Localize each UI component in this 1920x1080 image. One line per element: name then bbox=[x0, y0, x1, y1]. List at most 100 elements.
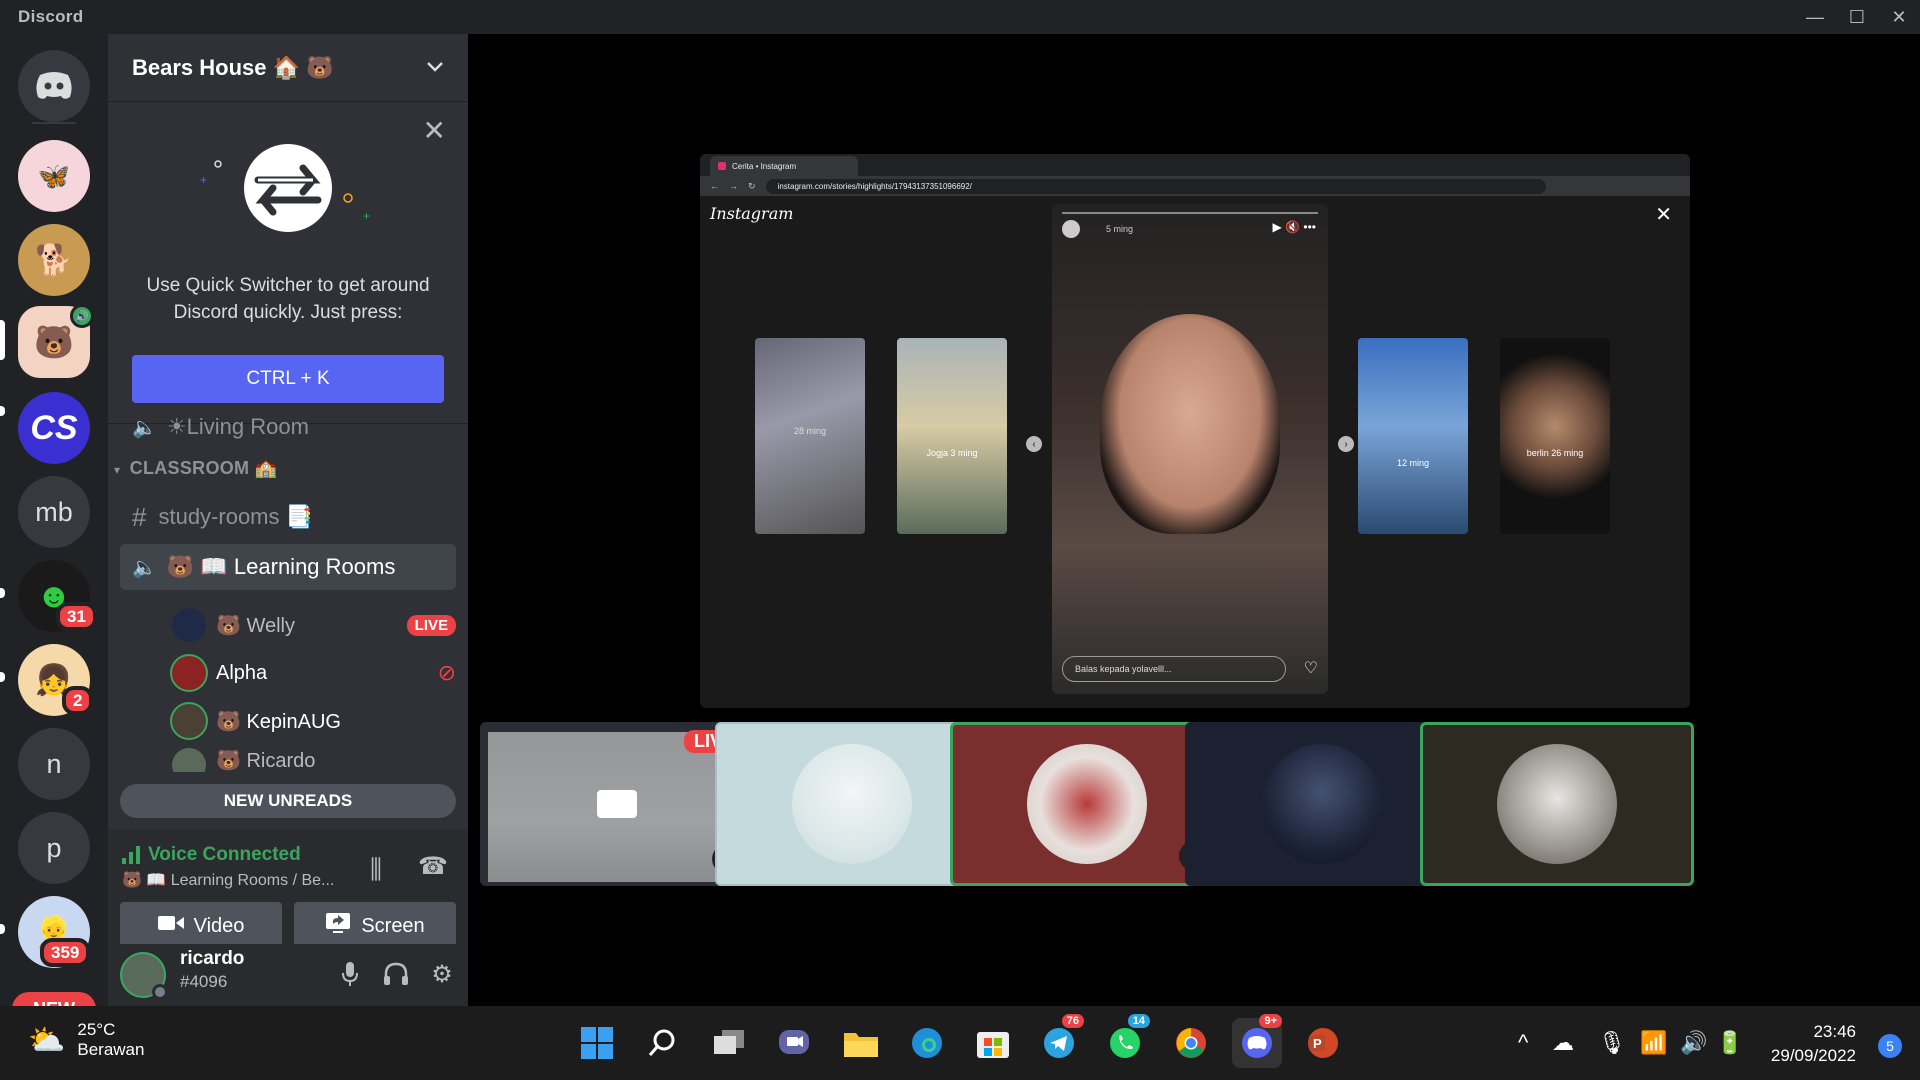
quick-switcher-shortcut-button[interactable]: CTRL + K bbox=[132, 355, 444, 403]
microphone-icon[interactable] bbox=[334, 958, 366, 990]
telegram-icon[interactable]: 76 bbox=[1034, 1014, 1084, 1068]
server-header[interactable]: Bears House 🏠 🐻 bbox=[108, 34, 468, 102]
new-badge[interactable]: NEW bbox=[12, 992, 96, 1006]
discord-badge: 9+ bbox=[1259, 1014, 1282, 1028]
channel-learning-rooms[interactable]: 🔈 🐻 📖 Learning Rooms bbox=[120, 544, 456, 590]
chevron-right-icon: › bbox=[1338, 436, 1354, 452]
voice-user-welly[interactable]: 🐻 Welly LIVE bbox=[172, 604, 456, 646]
participant-tile[interactable] bbox=[1420, 722, 1694, 886]
screen-share-button[interactable]: Screen bbox=[294, 902, 456, 950]
new-unreads-button[interactable]: NEW UNREADS bbox=[120, 784, 456, 818]
svg-text:+: + bbox=[200, 173, 207, 187]
teams-chat-icon[interactable] bbox=[770, 1018, 820, 1068]
disconnect-icon[interactable]: ☎ bbox=[418, 852, 448, 881]
chrome-icon[interactable] bbox=[1166, 1018, 1216, 1068]
microphone-icon[interactable]: 🎙 bbox=[1598, 1030, 1626, 1056]
channel-study-rooms[interactable]: # study-rooms 📑 bbox=[120, 494, 456, 540]
close-window-button[interactable]: ✕ bbox=[1878, 0, 1920, 34]
category-classroom[interactable]: ▾ CLASSROOM 🏫 bbox=[114, 458, 277, 479]
clock[interactable]: 23:46 29/09/2022 bbox=[1771, 1020, 1856, 1068]
more-icon: ▶ 🔇 ••• bbox=[1272, 220, 1316, 234]
discord-taskbar-icon[interactable]: 9+ bbox=[1232, 1014, 1282, 1068]
unread-pill bbox=[0, 588, 5, 598]
avatar bbox=[792, 744, 912, 864]
app-title: Discord bbox=[18, 7, 84, 26]
server-n[interactable]: n bbox=[18, 728, 90, 800]
volume-icon[interactable]: 🔊 bbox=[1680, 1030, 1707, 1056]
voice-user-kepinaug[interactable]: 🐻 KepinAUG bbox=[172, 700, 456, 742]
live-badge: LIVE bbox=[406, 614, 456, 636]
onedrive-icon[interactable]: ☁ bbox=[1552, 1030, 1574, 1056]
unread-pill bbox=[0, 924, 5, 934]
video-off-icon: ⊘ bbox=[437, 660, 456, 685]
weather-widget[interactable]: ⛅ 25°C Berawan bbox=[28, 1020, 144, 1060]
voice-user-alpha[interactable]: Alpha ⊘ bbox=[172, 652, 456, 694]
gear-icon[interactable]: ⚙ bbox=[426, 958, 458, 990]
story-thumbnail: 12 ming bbox=[1358, 338, 1468, 534]
noise-suppression-icon[interactable]: ⫼ bbox=[370, 854, 382, 886]
forward-icon: → bbox=[729, 181, 738, 191]
powerpoint-icon[interactable]: P bbox=[1298, 1018, 1348, 1068]
maximize-button[interactable]: ☐ bbox=[1836, 0, 1878, 34]
task-view-icon[interactable] bbox=[704, 1018, 754, 1068]
headphones-icon[interactable] bbox=[380, 958, 412, 990]
whatsapp-icon[interactable]: 14 bbox=[1100, 1014, 1150, 1068]
chevron-up-icon[interactable]: ^ bbox=[1518, 1030, 1528, 1056]
story-progress-bar bbox=[1062, 212, 1318, 214]
back-icon: ← bbox=[710, 181, 719, 191]
voice-user-ricardo[interactable]: 🐻 Ricardo bbox=[172, 748, 456, 772]
server-mb[interactable]: mb bbox=[18, 476, 90, 548]
discord-home-button[interactable] bbox=[18, 50, 90, 122]
participant-tile-alpha[interactable]: ⊘ bbox=[950, 722, 1224, 886]
username: ricardo bbox=[180, 948, 245, 969]
participant-tile[interactable] bbox=[715, 722, 989, 886]
url-bar: instagram.com/stories/highlights/1794313… bbox=[765, 178, 1546, 194]
video-button[interactable]: Video bbox=[120, 902, 282, 950]
start-button[interactable] bbox=[572, 1018, 622, 1068]
speaker-icon: 🔈 bbox=[132, 417, 157, 439]
file-explorer-icon[interactable] bbox=[836, 1018, 886, 1068]
participant-tile[interactable] bbox=[1185, 722, 1459, 886]
close-icon[interactable]: ✕ bbox=[423, 114, 446, 147]
chevron-down-icon bbox=[426, 56, 444, 79]
edge-icon[interactable] bbox=[902, 1018, 952, 1068]
unread-pill bbox=[0, 672, 5, 682]
minimize-button[interactable]: — bbox=[1794, 0, 1836, 34]
search-icon[interactable] bbox=[638, 1018, 688, 1068]
stream-tile-welly[interactable]: LIVE ••• bbox=[480, 722, 754, 886]
mention-badge: 2 bbox=[62, 686, 94, 715]
user-tag: #4096 bbox=[180, 972, 228, 991]
signal-icon bbox=[122, 846, 142, 869]
server-butterfly[interactable]: 🦋 bbox=[18, 140, 90, 212]
camera-icon bbox=[157, 914, 184, 938]
battery-icon[interactable]: 🔋 bbox=[1716, 1030, 1743, 1056]
camera-icon bbox=[597, 790, 637, 818]
wifi-icon[interactable]: 📶 bbox=[1640, 1030, 1667, 1056]
discord-logo-icon bbox=[36, 72, 72, 99]
server-doge[interactable]: 🐕 bbox=[18, 224, 90, 296]
svg-text:+: + bbox=[363, 209, 370, 223]
speaker-icon: 🔊 bbox=[70, 304, 94, 328]
quick-switcher-text: Use Quick Switcher to get around Discord… bbox=[146, 275, 430, 323]
svg-text:P: P bbox=[1313, 1036, 1322, 1051]
notification-badge[interactable]: 5 bbox=[1878, 1034, 1902, 1058]
channel-panel: Bears House 🏠 🐻 ✕ + + Use Quick Switcher… bbox=[108, 34, 468, 1006]
server-bears-house[interactable]: 🐻 🔊 bbox=[18, 304, 94, 378]
dog-icon: 🐕 bbox=[35, 243, 73, 277]
whatsapp-badge: 14 bbox=[1127, 1014, 1150, 1028]
bear-icon: 🐻 bbox=[34, 324, 74, 360]
avatar bbox=[1497, 744, 1617, 864]
status-dot bbox=[152, 984, 168, 1000]
chevron-down-icon: ▾ bbox=[114, 463, 121, 477]
chevron-left-icon: ‹ bbox=[1026, 436, 1042, 452]
instagram-stories-viewer: Instagram ✕ 28 ming Jogja 3 ming ‹ 5 min… bbox=[700, 196, 1690, 708]
server-p[interactable]: p bbox=[18, 812, 90, 884]
shared-browser-window[interactable]: Cerita • Instagram ← → ↻ instagram.com/s… bbox=[700, 154, 1690, 708]
channel-living-room[interactable]: 🔈 ☀Living Room bbox=[120, 412, 456, 440]
voice-channel-path[interactable]: 🐻 📖 Learning Rooms / Be... bbox=[122, 870, 334, 890]
store-icon[interactable] bbox=[968, 1018, 1018, 1068]
user-panel: ricardo #4096 ⚙ bbox=[108, 944, 468, 1006]
telegram-badge: 76 bbox=[1061, 1014, 1084, 1028]
taskbar: ⛅ 25°C Berawan 76 14 9+ P ^ ☁ 🎙 📶 🔊 🔋 23… bbox=[0, 1006, 1920, 1080]
server-cs[interactable]: CS bbox=[18, 392, 90, 464]
